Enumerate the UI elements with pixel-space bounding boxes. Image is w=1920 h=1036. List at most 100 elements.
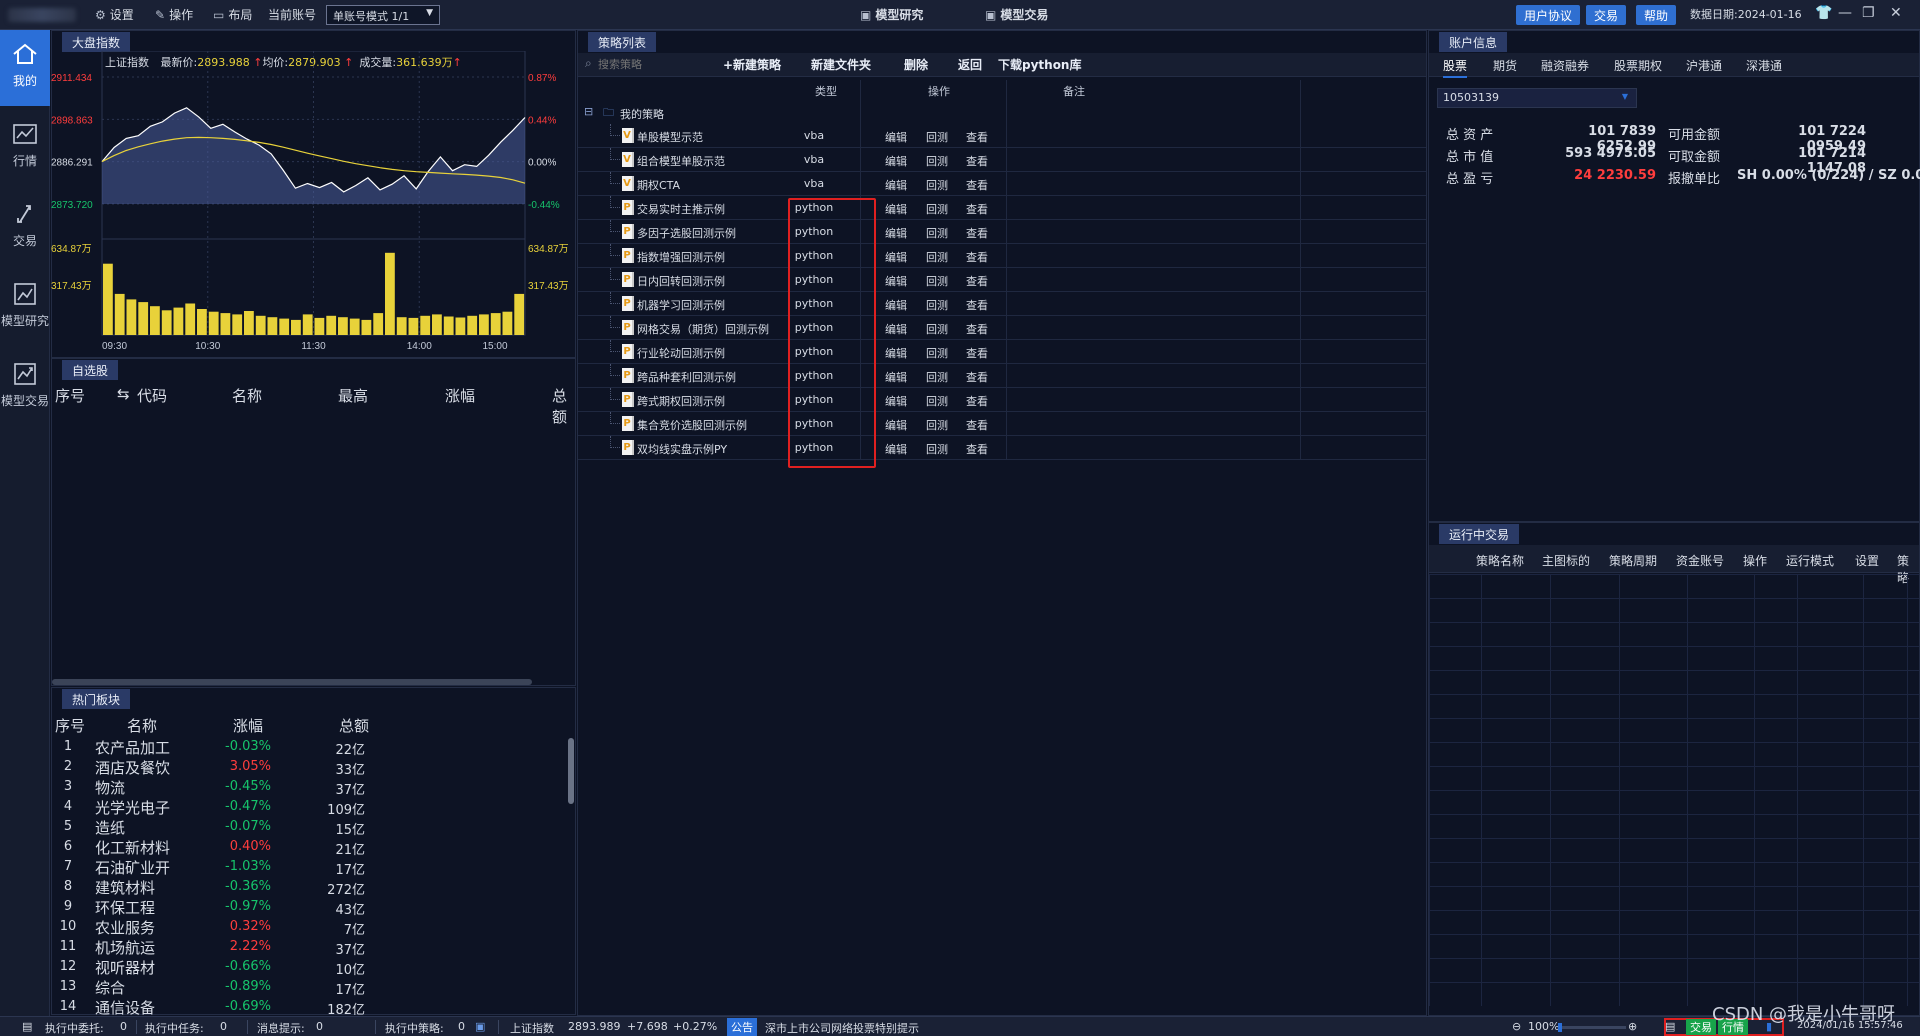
backtest-link[interactable]: 回测 [926, 273, 948, 289]
edit-link[interactable]: 编辑 [885, 249, 907, 265]
new-strategy-button[interactable]: +新建策略 [723, 56, 781, 73]
view-link[interactable]: 查看 [966, 273, 988, 289]
view-link[interactable]: 查看 [966, 345, 988, 361]
hot-sectors-vscrollbar[interactable] [568, 738, 574, 804]
strategy-name[interactable]: 多因子选股回测示例 [637, 225, 736, 241]
strategy-name[interactable]: 跨品种套利回测示例 [637, 369, 736, 385]
backtest-link[interactable]: 回测 [926, 441, 948, 457]
list-item[interactable]: 8 建筑材料 -0.36% 272亿 [55, 877, 565, 898]
msg-value[interactable]: 0 [316, 1020, 323, 1033]
col-type[interactable]: 类型 [815, 83, 837, 99]
strategy-name[interactable]: 双均线实盘示例PY [637, 441, 727, 457]
delete-button[interactable]: 删除 [904, 56, 928, 73]
hot-sectors-tab[interactable]: 热门板块 [62, 689, 131, 709]
strategy-name[interactable]: 指数增强回测示例 [637, 249, 725, 265]
sort-icon[interactable]: ⇆ [117, 385, 130, 403]
view-link[interactable]: 查看 [966, 321, 988, 337]
col-operate[interactable]: 操作 [1743, 552, 1767, 569]
edit-link[interactable]: 编辑 [885, 345, 907, 361]
shirt-icon[interactable]: 👕 [1815, 5, 1832, 21]
strategy-row[interactable]: P 行业轮动回测示例 python 编辑 回测 查看 [578, 340, 1426, 364]
view-link[interactable]: 查看 [966, 249, 988, 265]
strategy-row[interactable]: V 组合模型单股示范 vba 编辑 回测 查看 [578, 148, 1426, 172]
list-item[interactable]: 6 化工新材料 0.40% 21亿 [55, 837, 565, 858]
backtest-link[interactable]: 回测 [926, 297, 948, 313]
edit-link[interactable]: 编辑 [885, 321, 907, 337]
backtest-link[interactable]: 回测 [926, 177, 948, 193]
strategy-row[interactable]: P 跨品种套利回测示例 python 编辑 回测 查看 [578, 364, 1426, 388]
strategy-name[interactable]: 交易实时主推示例 [637, 201, 725, 217]
zoom-out-icon[interactable]: ⊖ [1512, 1020, 1521, 1033]
market-index-tab[interactable]: 大盘指数 [62, 32, 131, 52]
running-trades-tab[interactable]: 运行中交易 [1439, 524, 1520, 544]
backtest-link[interactable]: 回测 [926, 153, 948, 169]
strategy-row[interactable]: P 跨式期权回测示例 python 编辑 回测 查看 [578, 388, 1426, 412]
backtest-link[interactable]: 回测 [926, 417, 948, 433]
edit-link[interactable]: 编辑 [885, 201, 907, 217]
col-no[interactable]: 序号 [55, 385, 85, 406]
backtest-link[interactable]: 回测 [926, 321, 948, 337]
close-icon[interactable]: ✕ [1890, 5, 1902, 21]
edit-link[interactable]: 编辑 [885, 441, 907, 457]
col-run-mode[interactable]: 运行模式 [1786, 552, 1834, 569]
view-link[interactable]: 查看 [966, 129, 988, 145]
strategy-monitor-icon[interactable]: ▣ [475, 1020, 485, 1033]
restore-icon[interactable]: ❐ [1862, 5, 1875, 21]
view-link[interactable]: 查看 [966, 441, 988, 457]
view-link[interactable]: 查看 [966, 393, 988, 409]
edit-link[interactable]: 编辑 [885, 273, 907, 289]
intraday-chart[interactable]: 2911.434 2898.863 2886.291 2873.720 634.87万 3… [51, 51, 575, 357]
strategy-row[interactable]: P 日内回转回测示例 python 编辑 回测 查看 [578, 268, 1426, 292]
backtest-link[interactable]: 回测 [926, 393, 948, 409]
list-item[interactable]: 5 造纸 -0.07% 15亿 [55, 817, 565, 838]
edit-link[interactable]: 编辑 [885, 153, 907, 169]
strategy-name[interactable]: 网格交易（期货）回测示例 [637, 321, 769, 337]
col-op[interactable]: 操作 [928, 83, 950, 99]
strategy-row[interactable]: P 多因子选股回测示例 python 编辑 回测 查看 [578, 220, 1426, 244]
list-item[interactable]: 1 农产品加工 -0.03% 22亿 [55, 737, 565, 758]
view-link[interactable]: 查看 [966, 177, 988, 193]
edit-link[interactable]: 编辑 [885, 225, 907, 241]
exec-tasks-value[interactable]: 0 [220, 1020, 227, 1033]
col-pct[interactable]: 涨幅 [233, 715, 263, 736]
col-strategy-name[interactable]: 策略名称 [1476, 552, 1524, 569]
strategy-row[interactable]: P 机器学习回测示例 python 编辑 回测 查看 [578, 292, 1426, 316]
strategy-name[interactable]: 组合模型单股示范 [637, 153, 725, 169]
help-button[interactable]: 帮助 [1636, 5, 1677, 25]
list-item[interactable]: 10 农业服务 0.32% 7亿 [55, 917, 565, 938]
list-item[interactable]: 9 环保工程 -0.97% 43亿 [55, 897, 565, 918]
strategy-name[interactable]: 日内回转回测示例 [637, 273, 725, 289]
strategy-name[interactable]: 跨式期权回测示例 [637, 393, 725, 409]
subtab-options[interactable]: 股票期权 [1614, 57, 1662, 74]
view-link[interactable]: 查看 [966, 225, 988, 241]
notice-text[interactable]: 深市上市公司网络投票特别提示 [765, 1020, 919, 1036]
minimize-icon[interactable]: — [1838, 5, 1852, 21]
view-link[interactable]: 查看 [966, 369, 988, 385]
nav-item-quotes[interactable]: 行情 [0, 110, 50, 186]
col-total[interactable]: 总额 [552, 385, 575, 427]
list-item[interactable]: 7 石油矿业开 -1.03% 17亿 [55, 857, 565, 878]
col-settings[interactable]: 设置 [1855, 552, 1879, 569]
backtest-link[interactable]: 回测 [926, 129, 948, 145]
strategy-row[interactable]: P 集合竞价选股回测示例 python 编辑 回测 查看 [578, 412, 1426, 436]
strategy-tab[interactable]: 策略列表 [588, 32, 657, 52]
col-code[interactable]: 代码 [137, 385, 167, 406]
exec-strategy-value[interactable]: 0 [458, 1020, 465, 1033]
view-link[interactable]: 查看 [966, 201, 988, 217]
view-link[interactable]: 查看 [966, 417, 988, 433]
view-link[interactable]: 查看 [966, 153, 988, 169]
subtab-margin[interactable]: 融资融券 [1541, 57, 1589, 74]
download-python-lib-button[interactable]: 下载python库 [998, 56, 1081, 73]
watchlist-hscrollbar[interactable] [52, 679, 532, 685]
strategy-name[interactable]: 单股模型示范 [637, 129, 703, 145]
col-period[interactable]: 策略周期 [1609, 552, 1657, 569]
zoom-slider-thumb[interactable] [1558, 1023, 1562, 1032]
strategy-name[interactable]: 行业轮动回测示例 [637, 345, 725, 361]
account-tab[interactable]: 账户信息 [1439, 32, 1508, 52]
strategy-row[interactable]: P 双均线实盘示例PY python 编辑 回测 查看 [578, 436, 1426, 460]
backtest-link[interactable]: 回测 [926, 225, 948, 241]
col-total[interactable]: 总额 [339, 715, 369, 736]
nav-item-trade[interactable]: 交易 [0, 190, 50, 266]
strategy-name[interactable]: 期权CTA [637, 177, 680, 193]
new-folder-button[interactable]: 新建文件夹 [811, 56, 871, 73]
